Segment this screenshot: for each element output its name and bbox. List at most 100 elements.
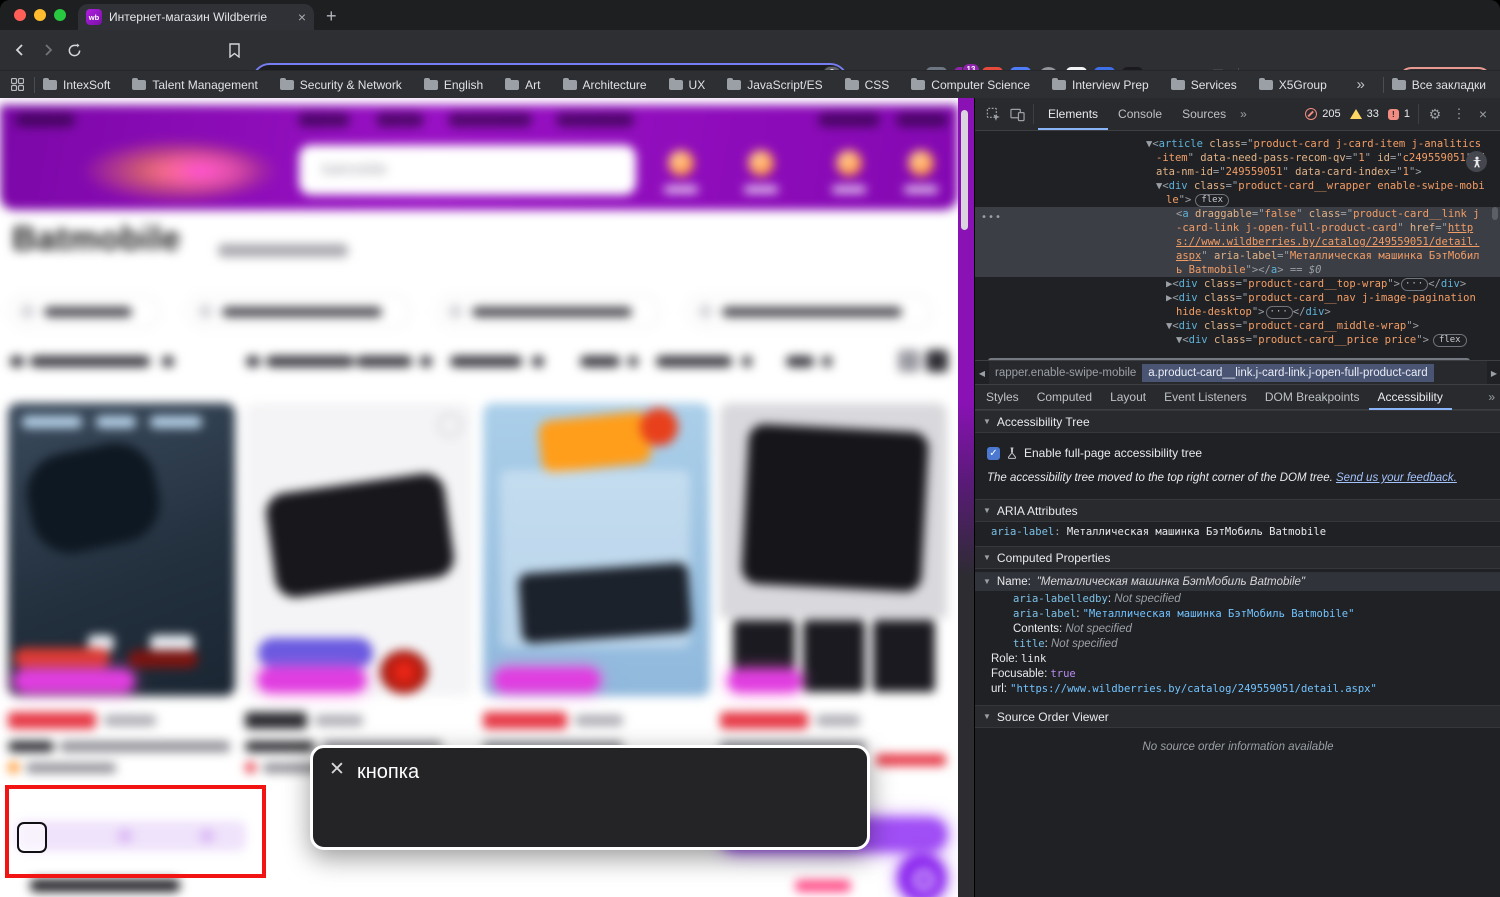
code-line[interactable]: ▼<div class="product-card__middle-wrap">	[975, 319, 1500, 333]
section-accessibility-tree[interactable]: ▼ Accessibility Tree	[975, 410, 1500, 433]
bookmark-item[interactable]: Architecture	[563, 78, 647, 92]
tab-elements[interactable]: Elements	[1038, 98, 1108, 130]
minimize-window-button[interactable]	[34, 9, 46, 21]
code-line[interactable]: ▶<div class="product-card__top-wrap">···…	[975, 277, 1500, 291]
inspected-checkbox[interactable]	[17, 822, 47, 853]
all-bookmarks-button[interactable]: Все закладки	[1392, 78, 1486, 92]
close-window-button[interactable]	[14, 9, 26, 21]
cart-icon[interactable]	[908, 150, 934, 176]
folder-icon	[280, 80, 294, 90]
code-line[interactable]: <a draggable="false" class="product-card…	[975, 207, 1500, 277]
subtab-event-listeners[interactable]: Event Listeners	[1155, 385, 1256, 410]
site-search-value: batmobile	[322, 161, 387, 178]
devtools-close-icon[interactable]: ×	[1471, 102, 1495, 126]
sort-dropdown[interactable]	[30, 356, 150, 367]
filter-dropdown[interactable]	[266, 356, 354, 367]
thumbnail[interactable]	[873, 620, 935, 692]
bookmark-item[interactable]: Talent Management	[132, 78, 257, 92]
error-icon	[1305, 108, 1317, 120]
bookmarks-list: IntexSoft Talent Management Security & Net…	[43, 78, 1346, 92]
bookmark-label: JavaScript/ES	[747, 78, 822, 92]
subtab-accessibility[interactable]: Accessibility	[1369, 385, 1452, 410]
bookmark-flag-icon[interactable]	[222, 38, 246, 62]
accessibility-person-icon[interactable]	[1466, 151, 1487, 172]
folder-icon	[132, 80, 146, 90]
bookmark-item[interactable]: Security & Network	[280, 78, 402, 92]
error-count[interactable]: 205	[1322, 108, 1340, 120]
menu-button[interactable]	[15, 113, 75, 127]
crumbs-left-arrow[interactable]: ◀	[975, 361, 989, 385]
code-line[interactable]: ▶<div class="product-card__nav j-image-p…	[975, 291, 1500, 319]
login-icon[interactable]	[668, 150, 694, 176]
apps-grid-icon[interactable]	[8, 74, 26, 96]
settings-gear-icon[interactable]: ⚙	[1423, 102, 1447, 126]
zoom-window-button[interactable]	[54, 9, 66, 21]
issue-count[interactable]: 1	[1404, 108, 1410, 120]
section-computed-properties[interactable]: ▼ Computed Properties	[975, 546, 1500, 569]
orders-icon[interactable]	[836, 150, 862, 176]
product-name	[8, 741, 54, 752]
folder-icon	[669, 80, 683, 90]
feedback-link[interactable]: Send us your feedback.	[1336, 472, 1457, 484]
code-line[interactable]: ▼<div class="product-card__wrapper enabl…	[975, 179, 1500, 207]
tab-console[interactable]: Console	[1108, 98, 1172, 130]
back-icon[interactable]	[8, 38, 32, 62]
divider	[1383, 77, 1384, 93]
browser-tab[interactable]: wb Интернет-магазин Wildberrie ×	[78, 4, 314, 30]
bookmark-item[interactable]: X5Group	[1259, 78, 1327, 92]
bookmark-item[interactable]: English	[424, 78, 483, 92]
tab-close-icon[interactable]: ×	[298, 9, 306, 25]
bookmark-item[interactable]: JavaScript/ES	[727, 78, 822, 92]
thumbnail[interactable]	[803, 620, 865, 692]
bookmark-item[interactable]: Computer Science	[911, 78, 1030, 92]
bookmark-item[interactable]: IntexSoft	[43, 78, 110, 92]
color-dropdown[interactable]	[580, 356, 620, 367]
bookmarks-overflow-icon[interactable]: »	[1346, 76, 1374, 93]
bookmark-item[interactable]: Services	[1171, 78, 1237, 92]
forward-icon[interactable]	[36, 38, 60, 62]
subtab-styles[interactable]: Styles	[977, 385, 1028, 410]
more-subtabs-icon[interactable]: »	[1484, 390, 1499, 404]
computed-name-row[interactable]: ▼ Name: "Металлическая машинка БэтМобиль…	[975, 572, 1500, 591]
bookmark-item[interactable]: Interview Prep	[1052, 78, 1149, 92]
favorites-icon[interactable]	[748, 150, 774, 176]
fullpage-tree-checkbox[interactable]: ✓	[987, 447, 1000, 460]
subtab-dom-breakpoints[interactable]: DOM Breakpoints	[1256, 385, 1369, 410]
folder-icon	[424, 80, 438, 90]
crumb-selected[interactable]: a.product-card__link.j-card-link.j-open-…	[1142, 364, 1433, 382]
code-line[interactable]: ▼<div class="product-card__price price">…	[975, 333, 1500, 347]
folder-icon	[1052, 80, 1066, 90]
grid-view-icon[interactable]	[898, 350, 920, 372]
warning-count[interactable]: 33	[1367, 108, 1379, 120]
more-panels-icon[interactable]: »	[1236, 107, 1251, 121]
sort-icon[interactable]	[10, 356, 24, 367]
page-scrollbar-thumb[interactable]	[961, 110, 968, 230]
subtab-layout[interactable]: Layout	[1101, 385, 1155, 410]
favorite-icon[interactable]	[438, 413, 462, 437]
new-tab-button[interactable]: +	[326, 5, 337, 27]
delivery-dropdown[interactable]	[450, 356, 522, 367]
price-dropdown[interactable]	[356, 356, 412, 367]
inspect-element-icon[interactable]	[981, 102, 1005, 126]
crumb-parent[interactable]: rapper.enable-swipe-mobile	[989, 364, 1142, 382]
tooltip-close-icon[interactable]: ✕	[329, 758, 345, 781]
subtab-computed[interactable]: Computed	[1028, 385, 1101, 410]
device-toolbar-icon[interactable]	[1005, 102, 1029, 126]
product-name	[720, 741, 866, 752]
section-aria-attributes[interactable]: ▼ ARIA Attributes	[975, 499, 1500, 522]
experiment-flask-icon	[1007, 447, 1017, 459]
add-to-cart-button[interactable]	[720, 818, 947, 851]
reload-icon[interactable]	[62, 38, 86, 62]
code-line[interactable]: ▼<article class="product-card j-card-ite…	[975, 137, 1500, 179]
brand-dropdown[interactable]	[786, 356, 814, 367]
kebab-menu-icon[interactable]: ⋮	[1447, 102, 1471, 126]
tree-vertical-scrollbar[interactable]	[1492, 207, 1498, 220]
rating-dropdown[interactable]	[656, 356, 732, 367]
bookmark-item[interactable]: Art	[505, 78, 540, 92]
bookmark-item[interactable]: UX	[669, 78, 706, 92]
list-view-icon[interactable]	[926, 350, 948, 372]
section-source-order[interactable]: ▼ Source Order Viewer	[975, 705, 1500, 728]
crumbs-right-arrow[interactable]: ▶	[1487, 361, 1500, 385]
tab-sources[interactable]: Sources	[1172, 98, 1236, 130]
bookmark-item[interactable]: CSS	[845, 78, 890, 92]
